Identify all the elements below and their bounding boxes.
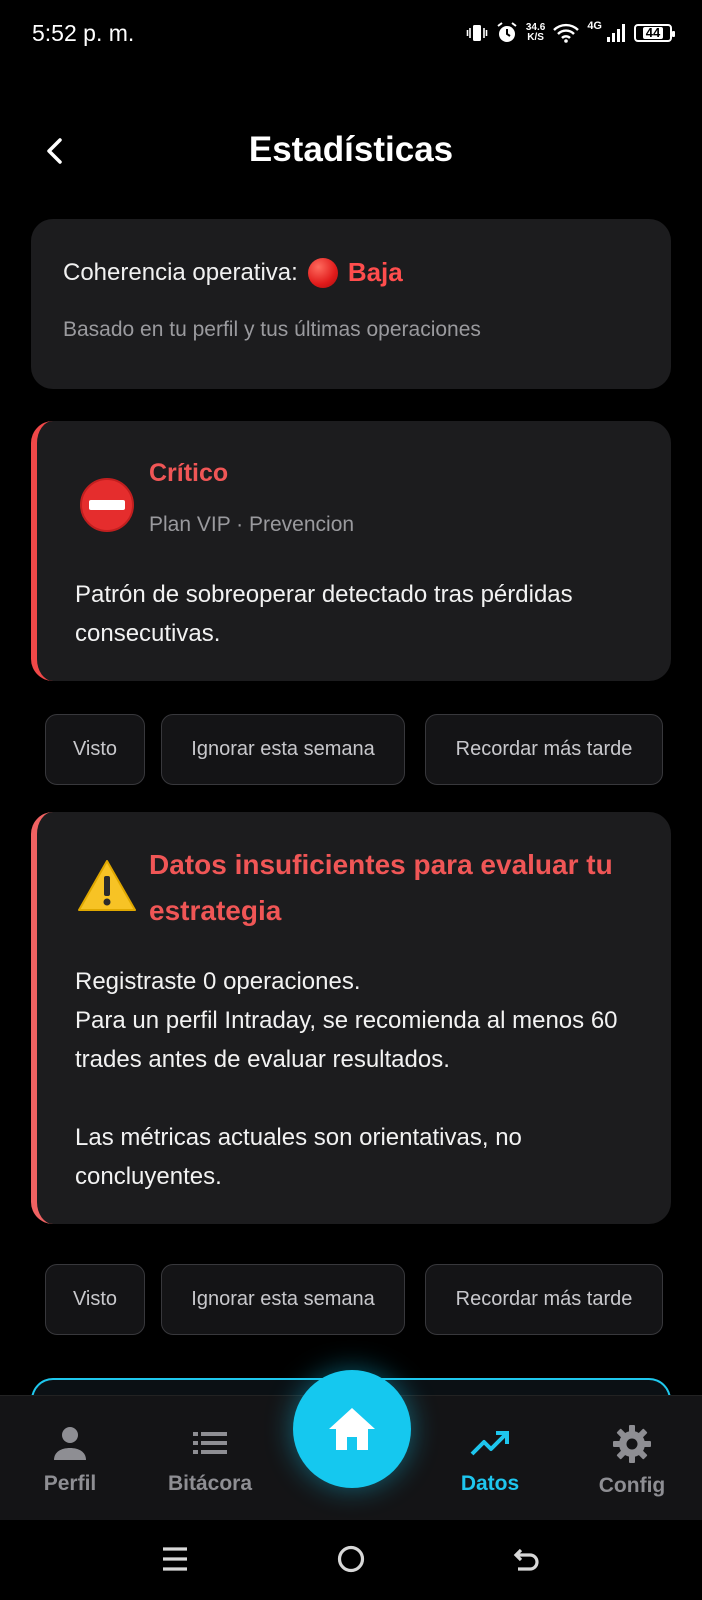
status-time: 5:52 p. m. [32, 20, 135, 46]
coherence-value: Baja [347, 257, 403, 287]
status-icons: 34.6 K/S 4G 44 [466, 20, 675, 44]
network-type: 4G [587, 20, 602, 32]
ignore-week-button[interactable]: Ignorar esta semana [161, 714, 405, 785]
alert-title: Datos insuficientes para evaluar tu estr… [149, 849, 613, 926]
alert-body-line: Registraste 0 operaciones. [75, 968, 361, 995]
vibrate-icon [466, 25, 488, 41]
nav-item-perfil[interactable]: Perfil [10, 1424, 130, 1496]
no-entry-icon [80, 478, 134, 532]
alert-body-line: Las métricas actuales son orientativas, … [75, 1124, 522, 1190]
home-circle-icon[interactable] [336, 1544, 366, 1574]
coherence-subtitle: Basado en tu perfil y tus últimas operac… [63, 318, 481, 341]
signal-icon [607, 24, 625, 42]
coherence-line: Coherencia operativa: Baja [63, 257, 639, 288]
trending-up-icon [470, 1431, 509, 1456]
wifi-icon [553, 23, 580, 43]
remind-later-button[interactable]: Recordar más tarde [425, 1264, 663, 1335]
coherence-card: Coherencia operativa: Baja Basado en tu … [31, 219, 671, 389]
alert-body: Registraste 0 operaciones. Para un perfi… [75, 962, 641, 1196]
home-icon [329, 1408, 375, 1450]
coherence-label: Coherencia operativa: [63, 258, 298, 286]
red-circle-icon [307, 257, 338, 288]
ignore-week-button[interactable]: Ignorar esta semana [161, 1264, 405, 1335]
remind-later-button[interactable]: Recordar más tarde [425, 714, 663, 785]
menu-icon[interactable] [160, 1544, 190, 1574]
speed-unit: K/S [527, 32, 544, 43]
seen-button[interactable]: Visto [45, 714, 145, 785]
nav-item-config[interactable]: Config [572, 1424, 692, 1498]
battery-level: 44 [642, 26, 664, 39]
person-icon [54, 1427, 86, 1460]
network-speed: 34.6 K/S [526, 23, 545, 43]
status-bar: 5:52 p. m. 34.6 K/S 4G 44 [0, 0, 702, 72]
nav-label: Datos [460, 1472, 520, 1495]
battery-icon: 44 [634, 24, 675, 42]
alert-actions-1: Visto Ignorar esta semana Recordar más t… [45, 714, 663, 787]
nav-label: Perfil [43, 1472, 97, 1495]
alert-subtitle: Plan VIP · Prevencion [149, 513, 355, 536]
nav-item-datos[interactable]: Datos [430, 1424, 550, 1496]
alert-body: Patrón de sobreoperar detectado tras pér… [75, 581, 573, 647]
gear-icon [613, 1425, 651, 1463]
alarm-icon [497, 22, 517, 42]
alert-body-line: Para un perfil Intraday, se recomienda a… [75, 1007, 618, 1073]
insufficient-data-alert-card: Datos insuficientes para evaluar tu estr… [31, 812, 671, 1224]
critical-alert-card: Crítico Plan VIP · Prevencion Patrón de … [31, 421, 671, 681]
nav-label: Bitácora [167, 1472, 253, 1495]
alert-title: Crítico [149, 459, 229, 487]
nav-label: Config [598, 1474, 666, 1497]
nav-item-bitacora[interactable]: Bitácora [150, 1424, 270, 1496]
seen-button[interactable]: Visto [45, 1264, 145, 1335]
page-title: Estadísticas [248, 130, 454, 169]
back-icon[interactable] [512, 1544, 542, 1574]
header: Estadísticas [0, 110, 702, 190]
home-button[interactable] [293, 1370, 411, 1488]
list-icon [193, 1432, 227, 1454]
alert-actions-2: Visto Ignorar esta semana Recordar más t… [45, 1264, 663, 1337]
warning-icon [78, 860, 136, 911]
system-nav-bar [0, 1520, 702, 1600]
